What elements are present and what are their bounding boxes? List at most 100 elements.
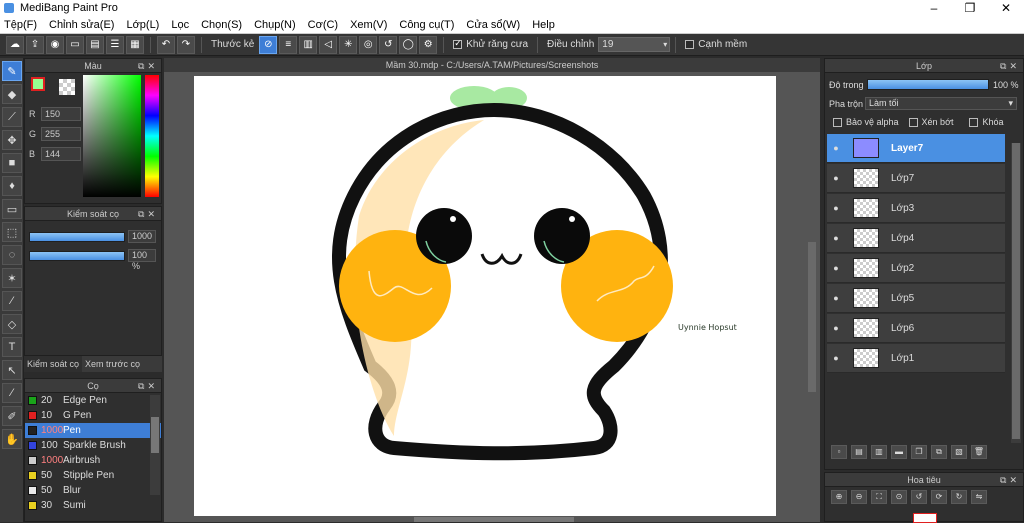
bucket-tool-icon[interactable]: ♦ bbox=[2, 176, 22, 196]
rotate-left-icon[interactable]: ↺ bbox=[911, 490, 927, 504]
menu-layer[interactable]: Lớp(L) bbox=[126, 19, 159, 31]
canvas-horizontal-scrollbar[interactable] bbox=[414, 517, 574, 522]
document-icon[interactable]: ▤ bbox=[86, 35, 104, 54]
fill-rect-tool-icon[interactable]: ■ bbox=[2, 153, 22, 173]
green-input[interactable]: 255 bbox=[41, 127, 81, 141]
saturation-value-picker[interactable] bbox=[83, 75, 141, 197]
panel-float-close-icon[interactable]: ⧉✕ bbox=[1000, 473, 1020, 487]
visibility-eye-icon[interactable]: ● bbox=[827, 323, 845, 333]
lock-checkbox[interactable] bbox=[969, 118, 979, 128]
transparent-color-swatch[interactable] bbox=[59, 79, 75, 95]
layer-row[interactable]: ● Lớp1 bbox=[827, 344, 1005, 373]
menu-help[interactable]: Help bbox=[532, 19, 555, 31]
hand-tool-icon[interactable]: ✋ bbox=[2, 429, 22, 449]
layer-row[interactable]: ● Lớp6 bbox=[827, 314, 1005, 343]
menu-view[interactable]: Xem(V) bbox=[350, 19, 387, 31]
hue-slider[interactable] bbox=[145, 75, 159, 197]
dot-tool-icon[interactable]: ⟋ bbox=[2, 107, 22, 127]
zoom-out-icon[interactable]: ⊖ bbox=[851, 490, 867, 504]
scrollbar-thumb[interactable] bbox=[151, 417, 159, 453]
tab-brush-control[interactable]: Kiểm soát cọ bbox=[24, 356, 83, 372]
eraser-tool-icon[interactable]: ◆ bbox=[2, 84, 22, 104]
visibility-eye-icon[interactable]: ● bbox=[827, 143, 845, 153]
text-tool-icon[interactable]: T bbox=[2, 337, 22, 357]
list-icon[interactable]: ☰ bbox=[106, 35, 124, 54]
parallel-ruler-icon[interactable]: ≡ bbox=[279, 35, 298, 54]
layer-row[interactable]: ● Layer7 bbox=[827, 134, 1005, 163]
lock-option[interactable]: Khóa bbox=[969, 117, 1004, 128]
brush-item[interactable]: 100 Sparkle Brush bbox=[25, 438, 161, 453]
canvas-area[interactable]: Uynnie Hopsut bbox=[164, 72, 820, 522]
chat-icon[interactable]: ▭ bbox=[66, 35, 84, 54]
ruler-off-icon[interactable]: ⊘ bbox=[259, 35, 278, 54]
blend-mode-select[interactable]: Làm tối ▾ bbox=[865, 97, 1017, 110]
menu-snap[interactable]: Chụp(N) bbox=[254, 19, 296, 31]
layer-opacity-slider[interactable] bbox=[867, 79, 989, 90]
brush-item[interactable]: 50 Stipple Pen bbox=[25, 468, 161, 483]
brush-item[interactable]: 1000 Pen bbox=[25, 423, 161, 438]
minimize-button[interactable]: – bbox=[916, 0, 952, 16]
panel-float-close-icon[interactable]: ⧉✕ bbox=[138, 59, 158, 73]
brush-item[interactable]: 20 Edge Pen bbox=[25, 393, 161, 408]
red-input[interactable]: 150 bbox=[41, 107, 81, 121]
menu-edit[interactable]: Chỉnh sửa(E) bbox=[49, 19, 114, 31]
gradient-tool-icon[interactable]: ▭ bbox=[2, 199, 22, 219]
layer-row[interactable]: ● Lớp2 bbox=[827, 254, 1005, 283]
curve-ruler-icon[interactable]: ↺ bbox=[379, 35, 398, 54]
maximize-button[interactable]: ❐ bbox=[952, 0, 988, 16]
menu-filter[interactable]: Lọc bbox=[171, 19, 189, 31]
new-layer-icon[interactable]: ▫ bbox=[831, 445, 847, 459]
upload-icon[interactable]: ⇪ bbox=[26, 35, 44, 54]
canvas-vertical-scrollbar[interactable] bbox=[808, 242, 816, 392]
layer-row[interactable]: ● Lớp4 bbox=[827, 224, 1005, 253]
layer-row[interactable]: ● Lớp3 bbox=[827, 194, 1005, 223]
panel-float-close-icon[interactable]: ⧉✕ bbox=[138, 207, 158, 221]
protect-alpha-option[interactable]: Bảo vệ alpha bbox=[833, 117, 899, 128]
magic-wand-tool-icon[interactable]: ✶ bbox=[2, 268, 22, 288]
layer-settings-icon[interactable]: ▧ bbox=[951, 445, 967, 459]
brush-opacity-slider[interactable] bbox=[29, 250, 125, 261]
tab-brush-preview[interactable]: Xem trước cọ bbox=[82, 356, 143, 372]
protect-alpha-checkbox[interactable] bbox=[833, 118, 842, 128]
comment-icon[interactable]: ◉ bbox=[46, 35, 64, 54]
layer-list-scrollbar[interactable] bbox=[1011, 143, 1021, 443]
foreground-color-swatch[interactable] bbox=[31, 77, 45, 91]
brush-item[interactable]: 1000 Airbrush bbox=[25, 453, 161, 468]
eyedropper-tool-icon[interactable]: ✐ bbox=[2, 406, 22, 426]
visibility-eye-icon[interactable]: ● bbox=[827, 173, 845, 183]
visibility-eye-icon[interactable]: ● bbox=[827, 353, 845, 363]
visibility-eye-icon[interactable]: ● bbox=[827, 203, 845, 213]
new-8bit-layer-icon[interactable]: ▥ bbox=[871, 445, 887, 459]
brush-size-value[interactable]: 1000 bbox=[128, 230, 156, 243]
brush-item[interactable]: 50 Blur bbox=[25, 483, 161, 498]
vanishing-ruler-icon[interactable]: ◁ bbox=[319, 35, 338, 54]
menu-file[interactable]: Tệp(F) bbox=[4, 19, 37, 31]
menu-tools[interactable]: Công cụ(T) bbox=[399, 19, 454, 31]
clipping-option[interactable]: Xén bớt bbox=[908, 117, 953, 128]
visibility-eye-icon[interactable]: ● bbox=[827, 233, 845, 243]
ellipse-ruler-icon[interactable]: ◯ bbox=[399, 35, 418, 54]
visibility-eye-icon[interactable]: ● bbox=[827, 263, 845, 273]
scrollbar-thumb[interactable] bbox=[1012, 143, 1020, 439]
panel-float-close-icon[interactable]: ⧉✕ bbox=[138, 379, 158, 393]
brush-item[interactable]: 30 Sumi bbox=[25, 498, 161, 513]
panel-float-close-icon[interactable]: ⧉✕ bbox=[1000, 59, 1020, 73]
merge-layer-icon[interactable]: ⧉ bbox=[931, 445, 947, 459]
move-tool-icon[interactable]: ✥ bbox=[2, 130, 22, 150]
rotate-reset-icon[interactable]: ⟳ bbox=[931, 490, 947, 504]
brush-size-slider[interactable] bbox=[29, 231, 125, 242]
close-button[interactable]: ✕ bbox=[988, 0, 1024, 16]
menu-select[interactable]: Chọn(S) bbox=[201, 19, 242, 31]
sharp-edge-checkbox[interactable] bbox=[685, 40, 695, 49]
visibility-eye-icon[interactable]: ● bbox=[827, 293, 845, 303]
radial-ruler-icon[interactable]: ✳ bbox=[339, 35, 358, 54]
redo-button[interactable]: ↷ bbox=[177, 35, 195, 54]
zoom-in-icon[interactable]: ⊕ bbox=[831, 490, 847, 504]
brush-opacity-value[interactable]: 100 % bbox=[128, 249, 156, 271]
canvas-paper[interactable]: Uynnie Hopsut bbox=[194, 76, 776, 516]
delete-layer-icon[interactable]: 🗑 bbox=[971, 445, 987, 459]
menu-window[interactable]: Cửa sổ(W) bbox=[466, 19, 520, 31]
antialias-checkbox[interactable] bbox=[453, 38, 463, 49]
divide-tool-icon[interactable]: ⁄ bbox=[2, 383, 22, 403]
ruler-settings-icon[interactable]: ⚙ bbox=[419, 35, 438, 54]
